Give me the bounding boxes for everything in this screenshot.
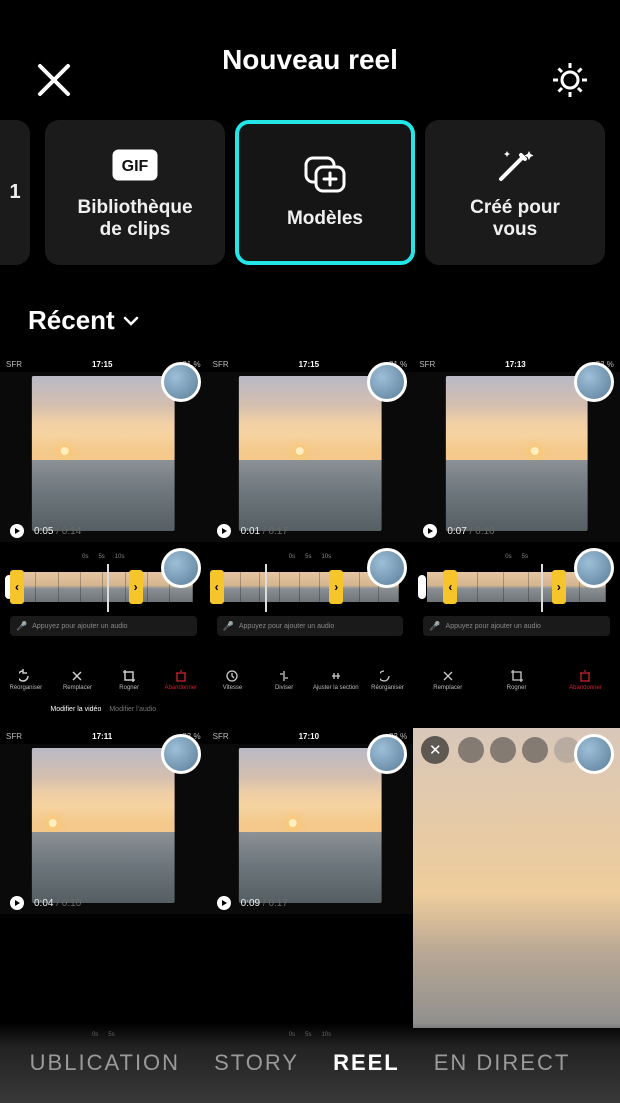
thumb-duration: 0:01 / 0:17: [241, 526, 288, 537]
selection-circle[interactable]: [161, 548, 201, 588]
selection-circle[interactable]: [367, 734, 407, 774]
selection-circle[interactable]: [161, 362, 201, 402]
thumb-duration: 0:05 / 0:14: [34, 526, 81, 537]
gif-icon: GIF: [111, 145, 159, 185]
category-label: Créé pour vous: [470, 197, 560, 241]
media-thumbnail[interactable]: ✕: [413, 728, 620, 1028]
category-created-for-you[interactable]: Créé pour vous: [425, 120, 605, 265]
header-bar: Nouveau reel: [0, 0, 620, 120]
effects-icon: [522, 737, 548, 763]
close-button[interactable]: [34, 60, 74, 100]
download-icon: [458, 737, 484, 763]
magic-wand-icon: [493, 145, 537, 185]
media-thumbnail[interactable]: 0s5s10s ‹› 🎤Appuyez pour ajouter un audi…: [0, 542, 207, 728]
category-templates[interactable]: Modèles: [235, 120, 415, 265]
selection-circle[interactable]: [574, 734, 614, 774]
mic-icon: 🎤: [16, 621, 27, 632]
bottom-mode-tabs: UBLICATION STORY REEL EN DIRECT: [0, 1023, 620, 1103]
category-stub-label: 1: [9, 181, 20, 204]
media-grid: SFR17:1581 % 0:05 / 0:14 SFR17:1581 % 0:…: [0, 356, 620, 1088]
svg-text:GIF: GIF: [122, 158, 149, 175]
play-icon: [10, 896, 24, 910]
selection-circle[interactable]: [574, 548, 614, 588]
page-title: Nouveau reel: [222, 44, 398, 76]
media-thumbnail[interactable]: SFR17:1581 % 0:05 / 0:14: [0, 356, 207, 542]
thumb-duration: 0:07 / 0:10: [447, 526, 494, 537]
mic-icon: 🎤: [223, 621, 234, 632]
category-prev-stub[interactable]: 1: [0, 120, 30, 265]
media-thumbnail[interactable]: SFR17:1083 % 0:09 / 0:17: [207, 728, 414, 914]
media-thumbnail[interactable]: SFR17:1383 % 0:07 / 0:10: [413, 356, 620, 542]
play-icon: [423, 524, 437, 538]
thumb-duration: 0:09 / 0:17: [241, 898, 288, 909]
album-picker-label: Récent: [28, 305, 115, 336]
close-icon: [34, 60, 74, 100]
media-thumbnail[interactable]: SFR17:1581 % 0:01 / 0:17: [207, 356, 414, 542]
category-clip-library[interactable]: GIF Bibliothèque de clips: [45, 120, 225, 265]
play-icon: [10, 524, 24, 538]
tab-direct[interactable]: EN DIRECT: [434, 1050, 571, 1076]
thumb-duration: 0:04 / 0:10: [34, 898, 81, 909]
selection-circle[interactable]: [574, 362, 614, 402]
media-thumbnail[interactable]: 0s5s ‹› 🎤Appuyez pour ajouter un audio R…: [413, 542, 620, 728]
selection-circle[interactable]: [367, 548, 407, 588]
album-picker[interactable]: Récent: [0, 275, 620, 356]
media-thumbnail[interactable]: SFR17:1183 % 0:04 / 0:10: [0, 728, 207, 914]
close-editor-icon: ✕: [421, 736, 449, 764]
play-icon: [217, 524, 231, 538]
play-icon: [217, 896, 231, 910]
settings-button[interactable]: [550, 60, 590, 100]
tab-story[interactable]: STORY: [214, 1050, 299, 1076]
tab-reel[interactable]: REEL: [333, 1050, 400, 1076]
templates-icon: [303, 156, 347, 196]
selection-circle[interactable]: [367, 362, 407, 402]
music-icon: [490, 737, 516, 763]
gear-icon: [550, 60, 590, 100]
media-thumbnail[interactable]: 0s5s10s ‹› 🎤Appuyez pour ajouter un audi…: [207, 542, 414, 728]
chevron-down-icon: [123, 313, 139, 329]
category-label: Bibliothèque de clips: [77, 197, 192, 241]
tab-publication[interactable]: UBLICATION: [30, 1050, 180, 1076]
mic-icon: 🎤: [429, 621, 440, 632]
category-row: 1 GIF Bibliothèque de clips Modèles Créé…: [0, 120, 620, 275]
category-label: Modèles: [287, 208, 363, 230]
selection-circle[interactable]: [161, 734, 201, 774]
